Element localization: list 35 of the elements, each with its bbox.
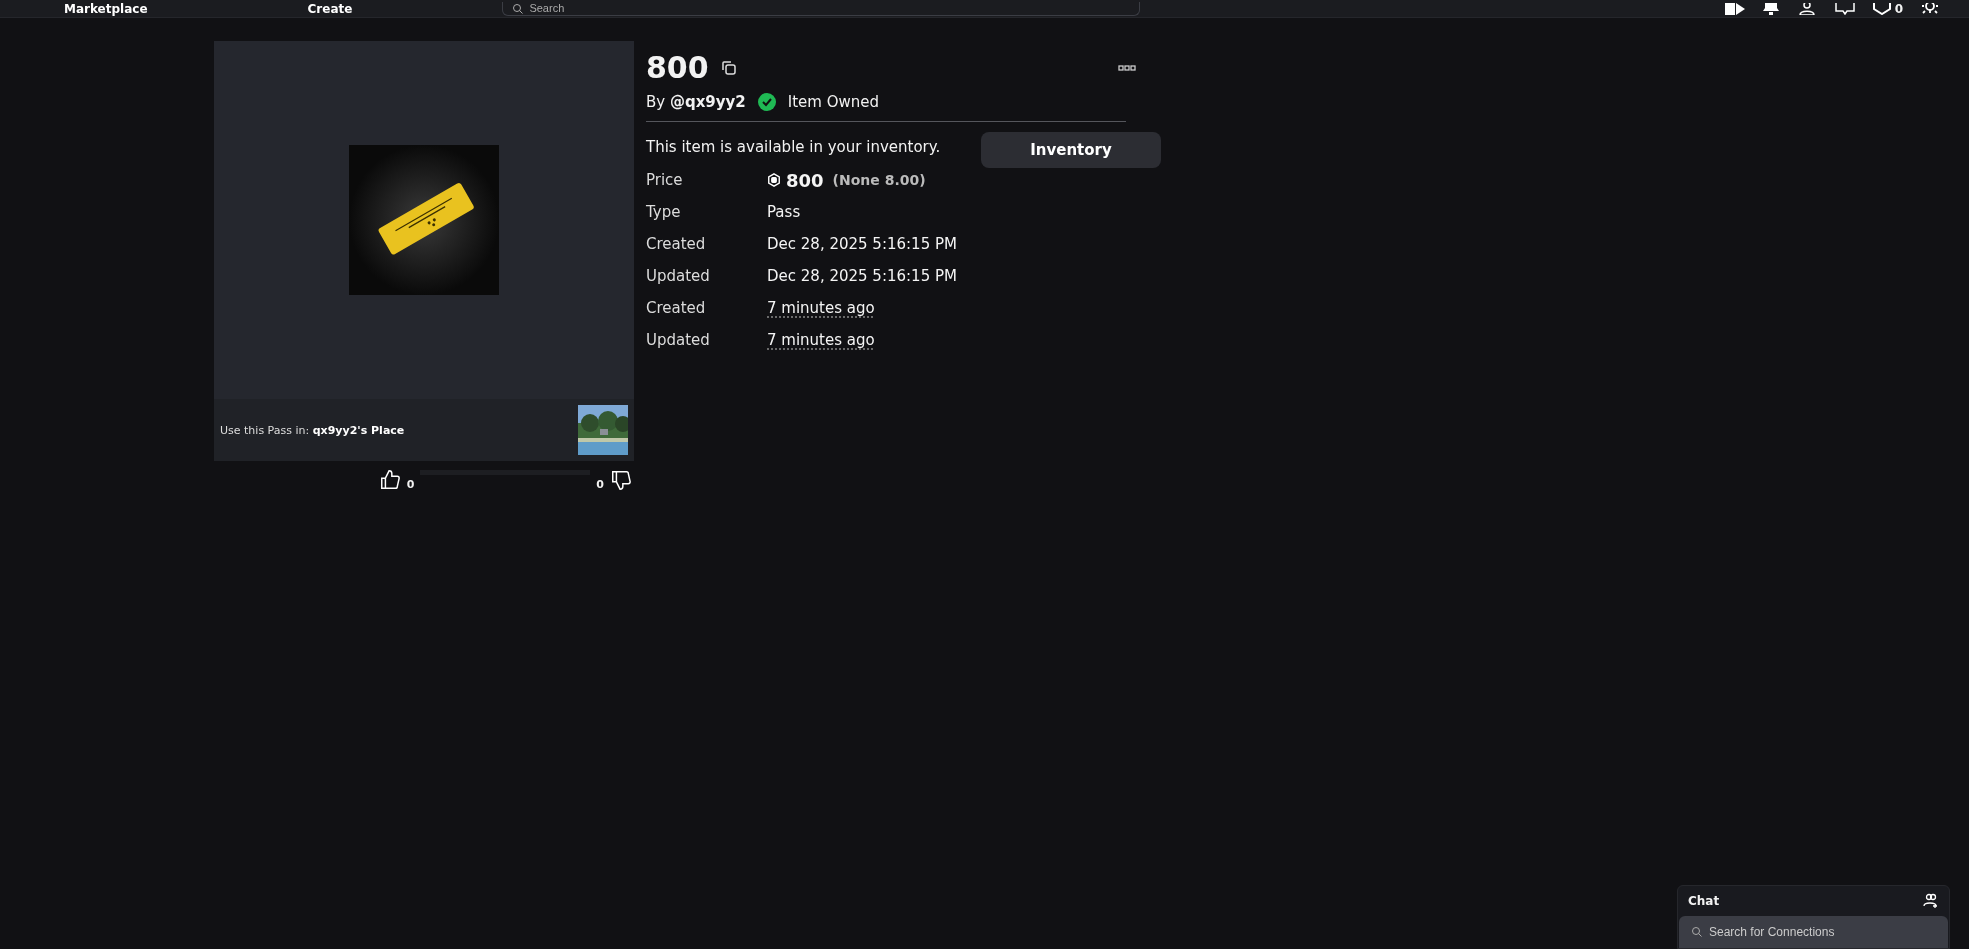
search-icon <box>512 2 525 15</box>
owned-label: Item Owned <box>787 93 880 111</box>
like-count: 0 <box>406 478 415 491</box>
detail-label: Updated <box>646 267 711 285</box>
search-icon <box>1691 926 1703 938</box>
thumbs-up-icon[interactable] <box>378 469 401 491</box>
play-icon[interactable] <box>1724 2 1745 15</box>
item-title: 800 <box>646 50 709 85</box>
detail-label: Price <box>646 171 684 189</box>
detail-label: Type <box>646 203 682 221</box>
creator-link[interactable]: By @qx9yy2 <box>646 93 746 111</box>
detail-label: Created <box>646 235 707 253</box>
nav-link[interactable]: Create <box>307 0 353 17</box>
robux-balance: 0 <box>1894 1 1903 16</box>
detail-value: 7 minutes ago <box>767 299 875 317</box>
detail-value: 7 minutes ago <box>767 331 875 349</box>
availability-text: This item is available in your inventory. <box>646 138 942 156</box>
friends-icon[interactable] <box>1796 2 1817 15</box>
detail-label: Updated <box>646 331 711 349</box>
detail-label: Created <box>646 299 707 317</box>
connections-search-field[interactable]: Search for Connections <box>1679 916 1948 948</box>
nav-link[interactable]: Marketplace <box>64 0 148 17</box>
more-options-icon[interactable] <box>1118 64 1136 71</box>
place-link[interactable]: Use this Pass in: qx9yy2's Place <box>220 423 405 437</box>
detail-value: Pass <box>767 203 801 221</box>
chat-title: Chat <box>1688 894 1720 908</box>
price-note: (None 8.00) <box>832 172 926 188</box>
detail-value: Dec 28, 2025 5:16:15 PM <box>767 267 957 285</box>
dislike-count: 0 <box>596 478 604 491</box>
search-field[interactable]: Search <box>502 1 1141 16</box>
price-value: 800 <box>786 169 824 191</box>
thumbs-down-icon[interactable] <box>610 469 632 491</box>
detail-value: Dec 28, 2025 5:16:15 PM <box>767 235 957 253</box>
inventory-button[interactable]: Inventory <box>981 132 1161 168</box>
copy-icon[interactable] <box>720 59 737 76</box>
